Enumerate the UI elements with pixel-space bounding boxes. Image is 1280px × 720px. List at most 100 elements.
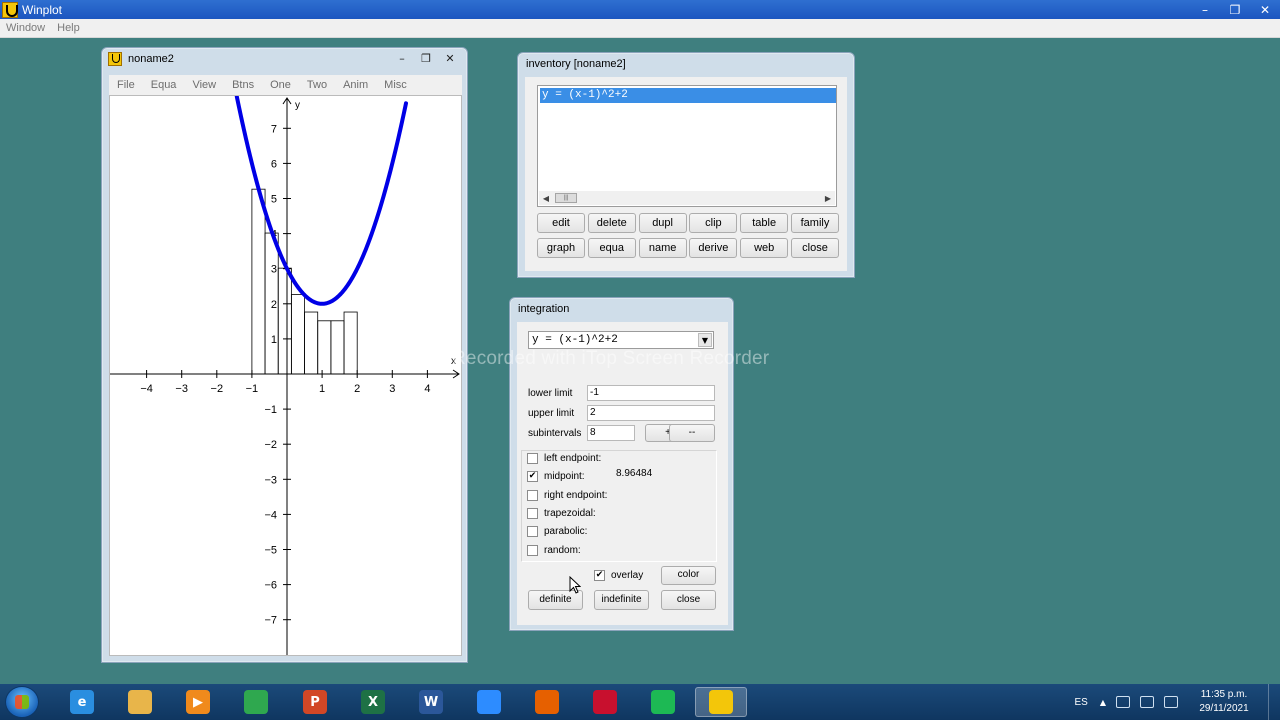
graph-window-controls: – ❐ ✕: [391, 50, 461, 66]
left-endpoint-checkbox[interactable]: [527, 452, 538, 464]
horizontal-scrollbar[interactable]: ◀ ||| ▶: [539, 191, 835, 205]
clip-button[interactable]: clip: [689, 213, 738, 233]
random-checkbox[interactable]: [527, 544, 538, 556]
menu-window[interactable]: Window: [0, 22, 51, 34]
taskbar-app-screen-recorder[interactable]: [579, 687, 631, 717]
clock[interactable]: 11:35 p.m. 29/11/2021: [1188, 688, 1260, 716]
taskbar-app-firefox[interactable]: [521, 687, 573, 717]
menu-two[interactable]: Two: [307, 79, 327, 91]
start-button[interactable]: [5, 686, 39, 718]
y-tick-label: −7: [264, 615, 277, 627]
subintervals-input[interactable]: 8: [587, 425, 635, 441]
method-left-endpoint[interactable]: left endpoint:: [527, 450, 601, 466]
menu-anim[interactable]: Anim: [343, 79, 368, 91]
derive-button[interactable]: derive: [689, 238, 738, 258]
scroll-track[interactable]: |||: [553, 192, 821, 204]
graph-restore-button[interactable]: ❐: [415, 50, 437, 66]
menu-file[interactable]: File: [117, 79, 135, 91]
action-center-icon[interactable]: [1116, 696, 1130, 708]
overlay-option[interactable]: ✔ overlay: [594, 567, 643, 583]
graph-canvas[interactable]: x y −4 −3 −2 −1 1 2 3 4 −7 −6 −5 −4 −3 −2 −1 1 2 3 4 5 6 7: [109, 94, 462, 656]
x-tick-label: 2: [354, 383, 360, 395]
minimize-button[interactable]: –: [1190, 0, 1220, 19]
lower-limit-input[interactable]: -1: [587, 385, 715, 401]
menu-help[interactable]: Help: [51, 22, 86, 34]
app-title: Winplot: [22, 2, 63, 17]
y-tick-label: −3: [264, 474, 277, 486]
language-indicator[interactable]: ES: [1075, 697, 1088, 708]
integration-close-button[interactable]: close: [661, 590, 716, 610]
x-tick-label: 4: [424, 383, 430, 395]
overlay-checkbox[interactable]: ✔: [594, 569, 605, 581]
method-right-endpoint[interactable]: right endpoint:: [527, 487, 607, 503]
name-button[interactable]: name: [638, 238, 687, 258]
y-tick-label: −2: [264, 439, 277, 451]
web-button[interactable]: web: [740, 238, 789, 258]
table-button[interactable]: table: [740, 213, 789, 233]
trapezoidal-checkbox[interactable]: [527, 507, 538, 519]
midpoint-rectangle: [304, 311, 319, 375]
method-midpoint[interactable]: ✔ midpoint:: [527, 468, 585, 484]
edit-button[interactable]: edit: [537, 213, 585, 233]
delete-button[interactable]: delete: [587, 213, 636, 233]
graph-close-button[interactable]: ✕: [439, 50, 461, 66]
family-button[interactable]: family: [790, 213, 839, 233]
taskbar-app-excel[interactable]: X: [347, 687, 399, 717]
menu-one[interactable]: One: [270, 79, 291, 91]
scroll-right-icon[interactable]: ▶: [821, 194, 835, 203]
y-tick-label: −6: [264, 580, 277, 592]
taskbar-app-winplot[interactable]: [695, 687, 747, 717]
graph-button[interactable]: graph: [537, 238, 585, 258]
function-select-value: y = (x-1)^2+2: [532, 334, 618, 346]
network-icon[interactable]: [1140, 696, 1154, 708]
close-button[interactable]: ✕: [1250, 0, 1280, 19]
upper-limit-row: upper limit 2: [528, 405, 715, 421]
dupl-button[interactable]: dupl: [638, 213, 687, 233]
taskbar-app-word[interactable]: W: [405, 687, 457, 717]
color-button[interactable]: color: [661, 566, 716, 585]
menu-misc[interactable]: Misc: [384, 79, 407, 91]
taskbar-app-zoom[interactable]: [463, 687, 515, 717]
scroll-left-icon[interactable]: ◀: [539, 194, 553, 203]
parabolic-label: parabolic:: [544, 525, 588, 537]
integration-titlebar[interactable]: integration: [510, 298, 733, 320]
taskbar-app-media-player[interactable]: ▶: [172, 687, 224, 717]
function-select[interactable]: y = (x-1)^2+2 ▼: [528, 331, 714, 349]
show-desktop-button[interactable]: [1268, 684, 1280, 720]
y-tick-label: 7: [271, 123, 277, 135]
inventory-close-button[interactable]: close: [790, 238, 839, 258]
word-icon: W: [419, 690, 443, 714]
taskbar-app-spotify[interactable]: [637, 687, 689, 717]
indefinite-button[interactable]: indefinite: [594, 590, 649, 610]
scroll-thumb[interactable]: |||: [555, 193, 577, 203]
right-endpoint-checkbox[interactable]: [527, 489, 538, 501]
menu-btns[interactable]: Btns: [232, 79, 254, 91]
equa-button[interactable]: equa: [587, 238, 636, 258]
method-trapezoidal[interactable]: trapezoidal:: [527, 505, 596, 521]
show-hidden-icons-icon[interactable]: ▲: [1100, 698, 1106, 707]
zoom-icon: [477, 690, 501, 714]
menu-view[interactable]: View: [192, 79, 216, 91]
decrease-subintervals-button[interactable]: --: [669, 424, 715, 442]
taskbar-app-chrome[interactable]: [230, 687, 282, 717]
midpoint-checkbox[interactable]: ✔: [527, 470, 538, 482]
volume-icon[interactable]: [1164, 696, 1178, 708]
menu-equa[interactable]: Equa: [151, 79, 177, 91]
chrome-icon: [244, 690, 268, 714]
equation-list-item[interactable]: y = (x-1)^2+2: [540, 88, 836, 103]
method-random[interactable]: random:: [527, 542, 581, 558]
inventory-title: inventory [noname2]: [526, 58, 626, 70]
restore-button[interactable]: ❐: [1220, 0, 1250, 19]
graph-minimize-button[interactable]: –: [391, 50, 413, 66]
inventory-titlebar[interactable]: inventory [noname2]: [518, 53, 854, 75]
method-parabolic[interactable]: parabolic:: [527, 523, 587, 539]
upper-limit-label: upper limit: [528, 407, 575, 419]
parabolic-checkbox[interactable]: [527, 525, 538, 537]
equation-list[interactable]: y = (x-1)^2+2 ◀ ||| ▶: [537, 85, 837, 207]
taskbar-app-powerpoint[interactable]: P: [289, 687, 341, 717]
taskbar-app-internet-explorer[interactable]: e: [56, 687, 108, 717]
winplot-app-icon: [2, 1, 18, 18]
upper-limit-input[interactable]: 2: [587, 405, 715, 421]
taskbar-app-file-explorer[interactable]: [114, 687, 166, 717]
chevron-down-icon[interactable]: ▼: [698, 333, 712, 347]
